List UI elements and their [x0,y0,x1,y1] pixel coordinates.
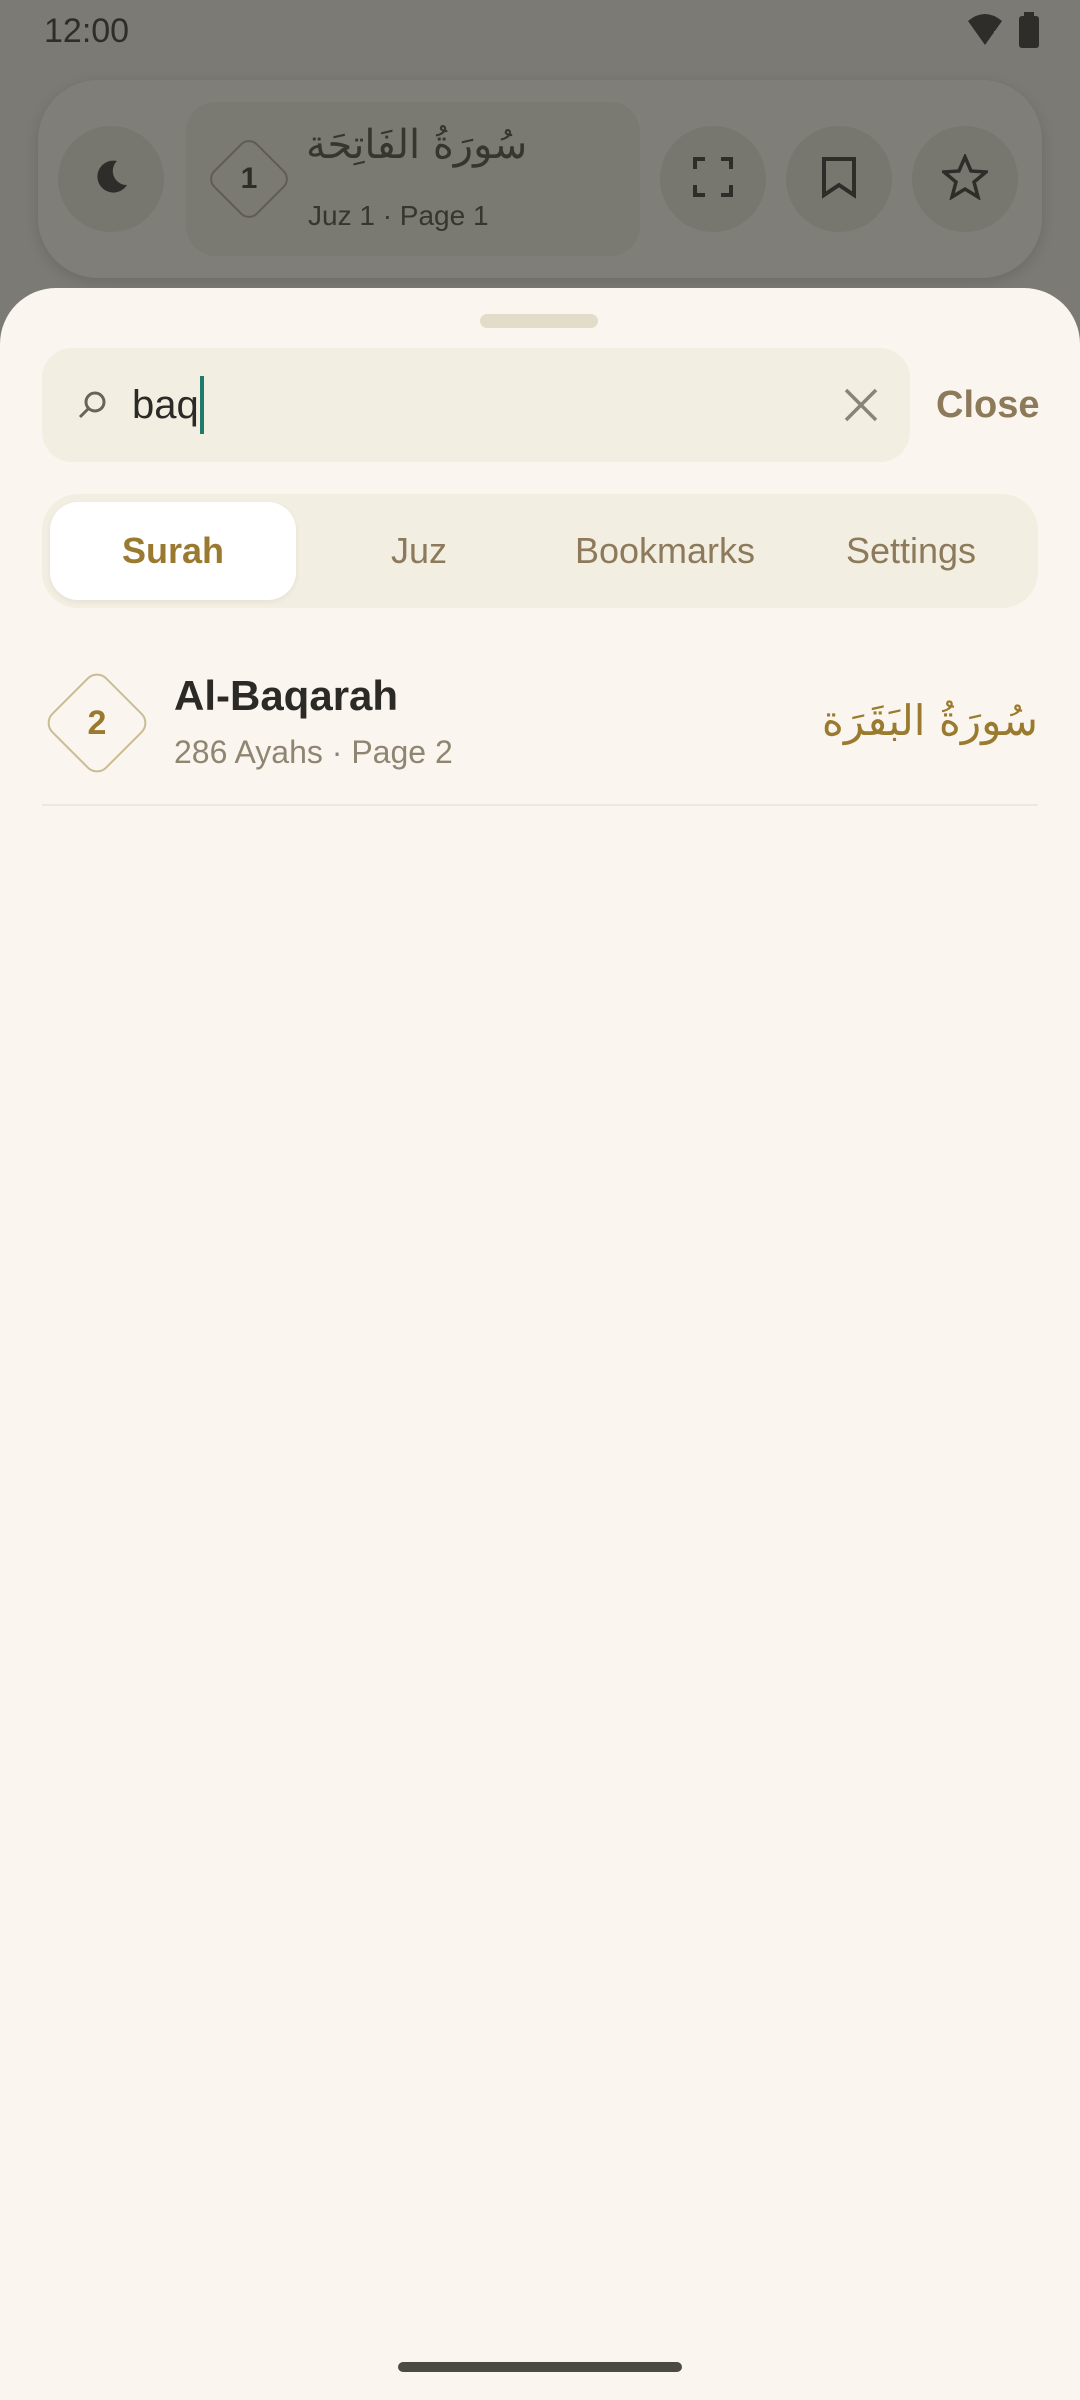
surah-number: 1 [240,162,258,195]
reader-top-bar: 1 سُورَةُ الفَاتِحَة Juz 1 · Page 1 [38,80,1042,278]
favorite-button[interactable] [912,126,1018,232]
current-surah-pill[interactable]: 1 سُورَةُ الفَاتِحَة Juz 1 · Page 1 [186,102,640,256]
close-button[interactable]: Close [936,384,1039,427]
clear-search-icon[interactable] [838,382,884,428]
search-sheet: Close Surah Juz Bookmarks Settings 2 Al-… [0,288,1080,2400]
surah-subtitle: Juz 1 · Page 1 [308,200,489,231]
search-box[interactable] [42,348,910,462]
dark-mode-button[interactable] [58,126,164,232]
surah-name: Al-Baqarah [174,672,399,719]
home-indicator[interactable] [398,2362,682,2372]
fullscreen-button[interactable] [660,126,766,232]
status-time: 12:00 [44,12,130,50]
surah-number: 2 [87,703,107,742]
tab-bar: Surah Juz Bookmarks Settings [42,494,1038,608]
sheet-drag-handle[interactable] [480,314,598,328]
moon-icon [91,157,131,202]
search-input[interactable] [132,374,832,436]
search-icon [72,386,112,426]
surah-list-item[interactable]: 2 Al-Baqarah 286 Ayahs · Page 2 سُورَةُ … [41,650,1038,806]
bookmark-icon [820,155,858,204]
star-icon [939,152,991,205]
surah-arabic-title: سُورَةُ الفَاتِحَة [306,122,528,168]
surah-number-badge: 1 [205,135,293,223]
status-icons [966,12,1040,57]
text-caret [200,376,204,434]
status-bar: 12:00 [0,0,1080,62]
bookmark-button[interactable] [786,126,892,232]
battery-icon [1018,12,1040,57]
tab-settings[interactable]: Settings [788,502,1034,600]
tab-juz[interactable]: Juz [296,502,542,600]
wifi-icon [966,13,1004,56]
background-reader: 12:00 1 سُورَةُ الفَاتِحَة Juz 1 · Page … [0,0,1080,300]
tab-surah[interactable]: Surah [50,502,296,600]
surah-arabic-name: سُورَةُ البَقَرَة [821,696,1038,745]
surah-details: 286 Ayahs · Page 2 [174,734,453,770]
fullscreen-icon [691,155,735,204]
tab-bookmarks[interactable]: Bookmarks [542,502,788,600]
surah-number-badge: 2 [41,667,153,779]
